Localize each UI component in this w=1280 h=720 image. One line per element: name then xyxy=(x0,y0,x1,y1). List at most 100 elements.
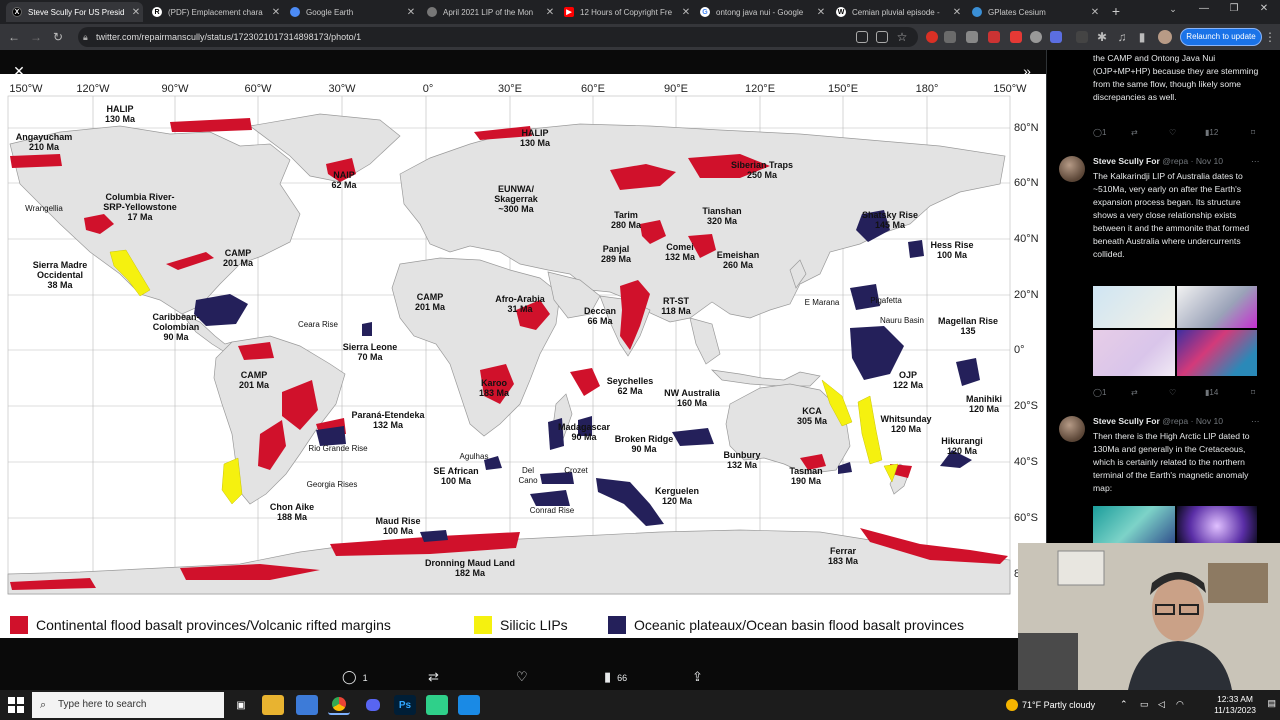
windows-start-icon[interactable] xyxy=(8,697,24,713)
reply-button[interactable]: ◯ 1 xyxy=(1093,128,1106,137)
tab-twitter-post[interactable]: X Steve Scully For US Presid ✕ xyxy=(6,2,143,22)
close-tab-icon[interactable]: ✕ xyxy=(814,7,828,18)
close-tab-icon[interactable]: ✕ xyxy=(404,7,418,18)
bookmark-icon[interactable]: ⌑ xyxy=(1251,388,1255,397)
map-label: Conrad Rise xyxy=(529,506,575,515)
close-tab-icon[interactable]: ✕ xyxy=(543,7,557,18)
share-button[interactable]: ⇪ xyxy=(692,669,709,685)
tab-lip-month[interactable]: April 2021 LIP of the Mon ✕ xyxy=(421,2,557,22)
map-label: Panjal 289 Ma xyxy=(600,244,632,264)
extension-red-icon[interactable] xyxy=(926,31,938,43)
tab-youtube[interactable]: ▶ 12 Hours of Copyright Fre ✕ xyxy=(558,2,693,22)
bookmark-star-icon[interactable]: ☆ xyxy=(894,29,910,45)
close-window-button[interactable]: ✕ xyxy=(1256,3,1272,19)
extension-icon[interactable] xyxy=(966,31,978,43)
app-green-icon[interactable] xyxy=(426,695,448,715)
profile-avatar[interactable] xyxy=(1158,30,1172,44)
tab-gplates[interactable]: GPlates Cesium ✕ xyxy=(966,2,1102,22)
more-options-icon[interactable]: ⋯ xyxy=(1251,416,1260,427)
map-label: Broken Ridge 90 Ma xyxy=(614,434,674,454)
repost-button[interactable]: ⇄ xyxy=(1131,388,1138,397)
tweet-image-globe[interactable] xyxy=(1177,506,1257,546)
system-clock[interactable]: 12:33 AM 11/13/2023 xyxy=(1214,694,1256,716)
wifi-icon[interactable]: ◠ xyxy=(1176,699,1184,710)
like-button[interactable]: ♡ xyxy=(516,669,534,685)
bookmark-icon[interactable]: ⌑ xyxy=(1251,128,1255,137)
reply-button[interactable]: ◯ 1 xyxy=(1093,388,1106,397)
notifications-icon[interactable]: ▤ xyxy=(1267,698,1276,709)
volume-icon[interactable]: ◁ xyxy=(1158,699,1165,710)
extension-tp-icon[interactable] xyxy=(1010,31,1022,43)
views-button[interactable]: ▮ 14 xyxy=(1205,388,1218,397)
world-map-figure xyxy=(0,74,1046,612)
sidepanel-icon[interactable]: ▮ xyxy=(1134,29,1150,45)
longitude-label: 120°W xyxy=(76,83,110,95)
media-control-icon[interactable]: ♫ xyxy=(1114,29,1130,45)
taskbar-search-input[interactable]: ⌕ Type here to search xyxy=(32,692,224,718)
tweet-image-anomaly-map[interactable] xyxy=(1177,330,1257,376)
avatar[interactable] xyxy=(1059,416,1085,442)
close-tab-icon[interactable]: ✕ xyxy=(679,7,693,18)
relaunch-to-update-button[interactable]: Relaunch to update xyxy=(1180,28,1262,46)
reload-icon[interactable]: ↻ xyxy=(50,29,66,45)
repost-icon: ⇄ xyxy=(428,669,439,684)
reply-button[interactable]: ◯ 1 xyxy=(342,669,368,685)
tab-search-chevron-icon[interactable]: ⌄ xyxy=(1166,4,1180,18)
extension-pv-icon[interactable] xyxy=(1050,31,1062,43)
repost-button[interactable]: ⇄ xyxy=(1131,128,1138,137)
tab-wikipedia[interactable]: W Cemian pluvial episode - ✕ xyxy=(830,2,964,22)
share-icon[interactable] xyxy=(876,31,888,43)
tweet-image-diagram[interactable] xyxy=(1177,286,1257,328)
tray-chevron-icon[interactable]: ⌃ xyxy=(1120,699,1128,710)
like-button[interactable]: ♡ xyxy=(1169,128,1176,137)
extension-icon[interactable] xyxy=(1076,31,1088,43)
app-icon[interactable] xyxy=(296,695,318,715)
restore-window-button[interactable]: ❐ xyxy=(1226,3,1242,19)
extension-icon[interactable] xyxy=(988,31,1000,43)
webcam-overlay xyxy=(1018,543,1280,690)
map-label: SE African 100 Ma xyxy=(433,466,479,486)
extension-icon[interactable] xyxy=(1030,31,1042,43)
avatar[interactable] xyxy=(1059,156,1085,182)
like-button[interactable]: ♡ xyxy=(1169,388,1176,397)
tweet-image-australia-map[interactable] xyxy=(1093,286,1175,328)
map-label: Karoo 183 Ma xyxy=(478,378,510,398)
close-tab-icon[interactable]: ✕ xyxy=(1088,7,1102,18)
app-blue-icon[interactable] xyxy=(458,695,480,715)
install-app-icon[interactable] xyxy=(856,31,868,43)
longitude-label: 30°W xyxy=(328,83,356,95)
close-tab-icon[interactable]: ✕ xyxy=(129,7,143,18)
repost-button[interactable]: ⇄ xyxy=(428,669,445,685)
close-tab-icon[interactable]: ✕ xyxy=(950,7,964,18)
map-label: Nauru Basin xyxy=(879,316,925,325)
map-label: RT-ST 118 Ma xyxy=(661,296,691,316)
map-label: Caribbean- Colombian 90 Ma xyxy=(152,312,200,342)
photoshop-icon[interactable]: Ps xyxy=(394,695,416,715)
more-menu-icon[interactable]: ⋮ xyxy=(1262,29,1278,45)
discord-icon[interactable] xyxy=(362,695,384,715)
file-explorer-icon[interactable] xyxy=(262,695,284,715)
map-label: Dronning Maud Land 182 Ma xyxy=(425,558,515,578)
weather-text[interactable]: 71°F Partly cloudy xyxy=(1022,700,1095,710)
network-icon[interactable]: ▭ xyxy=(1140,699,1149,710)
back-arrow-icon[interactable]: ← xyxy=(6,29,22,45)
tab-google-earth[interactable]: Google Earth ✕ xyxy=(284,2,418,22)
map-label: Sierra Leone 70 Ma xyxy=(342,342,398,362)
tab-google-search[interactable]: G ontong java nui - Google ✕ xyxy=(694,2,828,22)
forward-arrow-icon[interactable]: → xyxy=(28,29,44,45)
extensions-puzzle-icon[interactable]: ✱ xyxy=(1094,29,1110,45)
tweet-image-geology-map[interactable] xyxy=(1093,330,1175,376)
address-bar[interactable]: 🔒︎ twitter.com/repairmanscully/status/17… xyxy=(78,27,918,47)
extension-grid-icon[interactable] xyxy=(944,31,956,43)
tab-pdf[interactable]: R (PDF) Emplacement chara ✕ xyxy=(146,2,283,22)
latitude-label: 60°S xyxy=(1014,512,1038,524)
minimize-window-button[interactable]: — xyxy=(1196,3,1212,19)
new-tab-button[interactable]: + xyxy=(1108,3,1124,19)
views-button[interactable]: ▮ 66 xyxy=(604,669,627,685)
close-tab-icon[interactable]: ✕ xyxy=(269,7,283,18)
views-button[interactable]: ▮ 12 xyxy=(1205,128,1218,137)
more-options-icon[interactable]: ⋯ xyxy=(1251,156,1260,167)
task-view-icon[interactable]: ▣ xyxy=(230,695,252,715)
chrome-icon[interactable] xyxy=(328,695,350,715)
tweet-image-magnetic-map[interactable] xyxy=(1093,506,1175,546)
